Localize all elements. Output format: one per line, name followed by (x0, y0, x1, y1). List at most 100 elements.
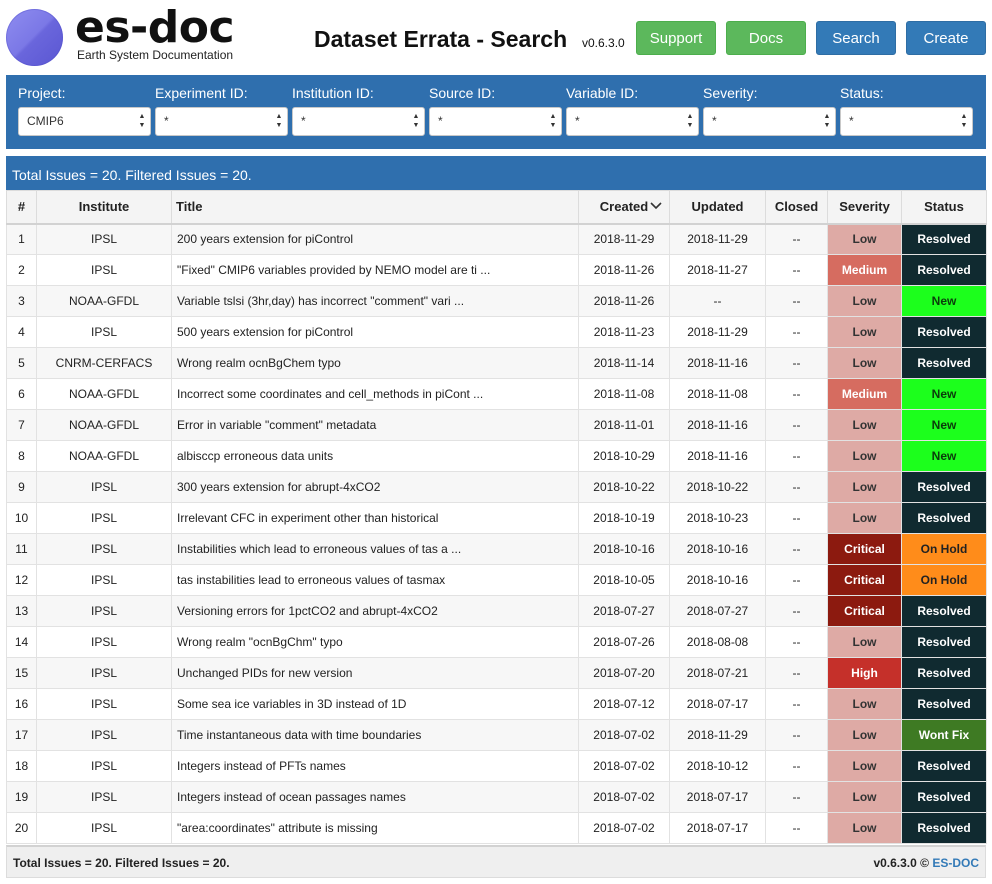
row-severity-badge: Critical (827, 595, 902, 627)
docs-button[interactable]: Docs (726, 21, 806, 55)
row-institute: IPSL (36, 657, 172, 689)
row-updated: 2018-10-16 (669, 533, 766, 565)
row-created: 2018-07-26 (578, 626, 670, 658)
row-title[interactable]: Irrelevant CFC in experiment other than … (171, 502, 579, 534)
row-created: 2018-11-26 (578, 254, 670, 286)
row-status-badge: New (901, 440, 987, 472)
header-closed[interactable]: Closed (765, 190, 828, 225)
table-row[interactable]: 2 IPSL "Fixed" CMIP6 variables provided by… (6, 254, 987, 286)
table-row[interactable]: 7 NOAA-GFDL Error in variable "comment" me… (6, 409, 987, 441)
table-row[interactable]: 11 IPSL Instabilities which lead to errone… (6, 533, 987, 565)
row-title[interactable]: Incorrect some coordinates and cell_meth… (171, 378, 579, 410)
row-number: 1 (6, 223, 37, 255)
row-title[interactable]: Integers instead of ocean passages names (171, 781, 579, 813)
row-status-badge: Resolved (901, 750, 987, 782)
institution-select[interactable]: * ▲ ▼ (292, 107, 425, 136)
support-button[interactable]: Support (636, 21, 716, 55)
row-closed: -- (765, 812, 828, 844)
table-row[interactable]: 15 IPSL Unchanged PIDs for new version 2018… (6, 657, 987, 689)
row-status-badge: Resolved (901, 688, 987, 720)
row-closed: -- (765, 502, 828, 534)
table-row[interactable]: 3 NOAA-GFDL Variable tslsi (3hr,day) has i… (6, 285, 987, 317)
table-row[interactable]: 4 IPSL 500 years extension for piControl 20… (6, 316, 987, 348)
row-severity-badge: Medium (827, 378, 902, 410)
row-title[interactable]: Variable tslsi (3hr,day) has incorrect "… (171, 285, 579, 317)
row-status-badge: New (901, 285, 987, 317)
es-doc-link[interactable]: ES-DOC (932, 856, 979, 870)
search-button[interactable]: Search (816, 21, 896, 55)
header-title[interactable]: Title (171, 190, 579, 225)
row-updated: 2018-10-12 (669, 750, 766, 782)
row-closed: -- (765, 223, 828, 255)
header-number[interactable]: # (6, 190, 37, 225)
row-severity-badge: Low (827, 223, 902, 255)
table-row[interactable]: 12 IPSL tas instabilities lead to erroneou… (6, 564, 987, 596)
row-updated: 2018-07-17 (669, 812, 766, 844)
row-title[interactable]: 300 years extension for abrupt-4xCO2 (171, 471, 579, 503)
row-title[interactable]: Versioning errors for 1pctCO2 and abrupt… (171, 595, 579, 627)
row-number: 17 (6, 719, 37, 751)
row-title[interactable]: Some sea ice variables in 3D instead of … (171, 688, 579, 720)
header-updated[interactable]: Updated (669, 190, 766, 225)
logo-text[interactable]: es-doc (75, 4, 235, 52)
row-institute: IPSL (36, 471, 172, 503)
table-row[interactable]: 5 CNRM-CERFACS Wrong realm ocnBgChem typo 2… (6, 347, 987, 379)
experiment-select[interactable]: * ▲ ▼ (155, 107, 288, 136)
create-button[interactable]: Create (906, 21, 986, 55)
row-updated: 2018-07-21 (669, 657, 766, 689)
row-number: 5 (6, 347, 37, 379)
row-title[interactable]: tas instabilities lead to erroneous valu… (171, 564, 579, 596)
table-row[interactable]: 10 IPSL Irrelevant CFC in experiment other… (6, 502, 987, 534)
row-title[interactable]: Time instantaneous data with time bounda… (171, 719, 579, 751)
table-row[interactable]: 19 IPSL Integers instead of ocean passages… (6, 781, 987, 813)
select-arrows-icon: ▲ ▼ (549, 113, 557, 129)
row-title[interactable]: "area:coordinates" attribute is missing (171, 812, 579, 844)
sort-descending-chevron-icon[interactable] (649, 199, 663, 213)
row-title[interactable]: "Fixed" CMIP6 variables provided by NEMO… (171, 254, 579, 286)
app-header: es-doc Earth System Documentation Datase… (0, 0, 992, 75)
row-updated: 2018-10-22 (669, 471, 766, 503)
row-title[interactable]: Error in variable "comment" metadata (171, 409, 579, 441)
row-status-badge: Resolved (901, 812, 987, 844)
table-row[interactable]: 17 IPSL Time instantaneous data with time … (6, 719, 987, 751)
row-created: 2018-11-08 (578, 378, 670, 410)
status-select[interactable]: * ▲ ▼ (840, 107, 973, 136)
row-number: 8 (6, 440, 37, 472)
header-severity[interactable]: Severity (827, 190, 902, 225)
header-status[interactable]: Status (901, 190, 987, 225)
table-row[interactable]: 16 IPSL Some sea ice variables in 3D inste… (6, 688, 987, 720)
es-doc-logo-icon[interactable] (6, 9, 63, 66)
row-closed: -- (765, 378, 828, 410)
row-title[interactable]: albisccp erroneous data units (171, 440, 579, 472)
row-status-badge: On Hold (901, 533, 987, 565)
row-title[interactable]: Unchanged PIDs for new version (171, 657, 579, 689)
header-institute[interactable]: Institute (36, 190, 172, 225)
row-closed: -- (765, 688, 828, 720)
table-row[interactable]: 20 IPSL "area:coordinates" attribute is mi… (6, 812, 987, 844)
row-title[interactable]: 500 years extension for piControl (171, 316, 579, 348)
row-title[interactable]: Instabilities which lead to erroneous va… (171, 533, 579, 565)
table-row[interactable]: 9 IPSL 300 years extension for abrupt-4xCO… (6, 471, 987, 503)
source-select[interactable]: * ▲ ▼ (429, 107, 562, 136)
row-severity-badge: Medium (827, 254, 902, 286)
row-title[interactable]: Wrong realm ocnBgChem typo (171, 347, 579, 379)
row-number: 16 (6, 688, 37, 720)
severity-select[interactable]: * ▲ ▼ (703, 107, 836, 136)
variable-select[interactable]: * ▲ ▼ (566, 107, 699, 136)
row-title[interactable]: 200 years extension for piControl (171, 223, 579, 255)
row-title[interactable]: Integers instead of PFTs names (171, 750, 579, 782)
row-severity-badge: Low (827, 781, 902, 813)
table-row[interactable]: 1 IPSL 200 years extension for piControl 20… (6, 223, 987, 255)
table-row[interactable]: 13 IPSL Versioning errors for 1pctCO2 and … (6, 595, 987, 627)
project-select[interactable]: CMIP6 ▲ ▼ (18, 107, 151, 136)
experiment-select-value: * (164, 114, 169, 128)
table-row[interactable]: 18 IPSL Integers instead of PFTs names 2018… (6, 750, 987, 782)
table-row[interactable]: 8 NOAA-GFDL albisccp erroneous data units 2… (6, 440, 987, 472)
header-created[interactable]: Created (578, 190, 670, 225)
table-row[interactable]: 6 NOAA-GFDL Incorrect some coordinates and… (6, 378, 987, 410)
row-institute: IPSL (36, 595, 172, 627)
row-closed: -- (765, 254, 828, 286)
table-row[interactable]: 14 IPSL Wrong realm "ocnBgChm" typo 2018-07… (6, 626, 987, 658)
row-institute: IPSL (36, 254, 172, 286)
row-title[interactable]: Wrong realm "ocnBgChm" typo (171, 626, 579, 658)
